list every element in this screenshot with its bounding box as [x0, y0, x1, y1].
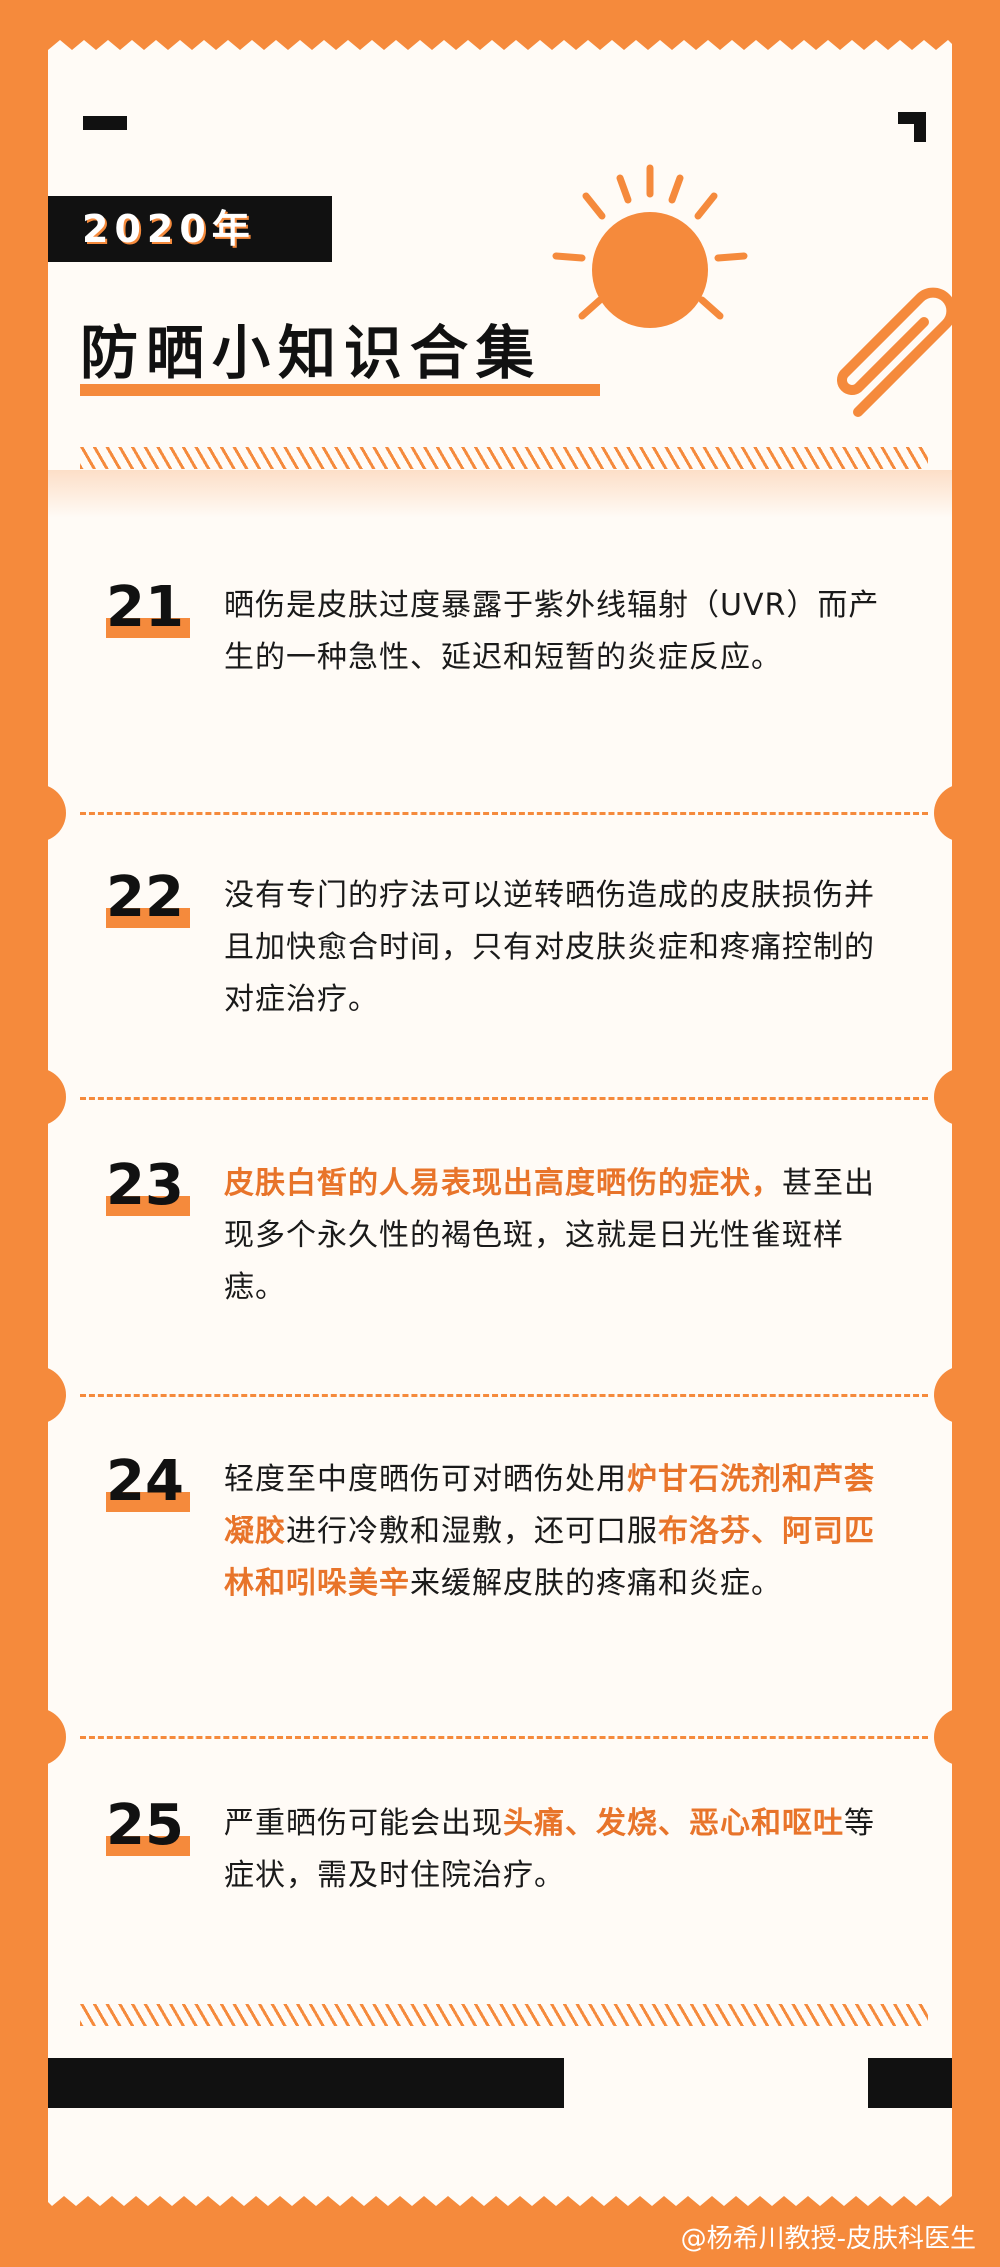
tip-number: 21 [106, 575, 190, 640]
year-text: 2020年 [82, 207, 256, 251]
zigzag-bottom-edge [48, 2176, 952, 2206]
tip-text-segment: 晒伤是皮肤过度暴露于紫外线辐射（UVR）而产生的一种急性、延迟和短暂的炎症反应。 [224, 588, 880, 675]
tip-number-text: 22 [106, 865, 184, 930]
tip-text: 严重晒伤可能会出现头痛、发烧、恶心和呕吐等症状，需及时住院治疗。 [224, 1798, 884, 1902]
tip-text: 晒伤是皮肤过度暴露于紫外线辐射（UVR）而产生的一种急性、延迟和短暂的炎症反应。 [224, 580, 884, 684]
tip-number: 22 [106, 865, 190, 930]
sun-icon [552, 164, 748, 360]
paperclip-icon [837, 287, 957, 417]
tip-text-highlight: 头痛、发烧、恶心和呕吐 [503, 1806, 844, 1841]
tip-text-segment: 进行冷敷和湿敷，还可口服 [286, 1514, 658, 1549]
tip-number-text: 24 [106, 1449, 184, 1514]
tip-text-highlight: 皮肤白皙的人易表现出高度晒伤的症状， [224, 1166, 782, 1201]
dashed-divider [80, 1736, 928, 1739]
footer-bar-left [48, 2058, 564, 2108]
weibo-watermark: @杨希川教授-皮肤科医生 [680, 2224, 976, 2254]
tip-text-segment: 严重晒伤可能会出现 [224, 1806, 503, 1841]
corner-mark-left [83, 116, 127, 130]
tip-text: 没有专门的疗法可以逆转晒伤造成的皮肤损伤并且加快愈合时间，只有对皮肤炎症和疼痛控… [224, 870, 884, 1026]
tip-text-segment: 来缓解皮肤的疼痛和炎症。 [410, 1566, 782, 1601]
tip-text: 皮肤白皙的人易表现出高度晒伤的症状，甚至出现多个永久性的褐色斑，这就是日光性雀斑… [224, 1158, 884, 1314]
hatch-divider-top [80, 447, 928, 469]
header-shadow [48, 470, 952, 518]
tip-text: 轻度至中度晒伤可对晒伤处用炉甘石洗剂和芦荟凝胶进行冷敷和湿敷，还可口服布洛芬、阿… [224, 1454, 884, 1610]
tip-number-text: 23 [106, 1153, 184, 1218]
tip-number: 24 [106, 1449, 190, 1514]
hatch-divider-bottom [80, 2004, 928, 2026]
tip-text-segment: 轻度至中度晒伤可对晒伤处用 [224, 1462, 627, 1497]
tip-number: 23 [106, 1153, 190, 1218]
dashed-divider [80, 812, 928, 815]
tip-number-text: 21 [106, 575, 184, 640]
tip-number: 25 [106, 1793, 190, 1858]
tip-number-text: 25 [106, 1793, 184, 1858]
corner-mark-right-top [898, 112, 926, 124]
year-tag: 2020年 [48, 196, 332, 262]
footer-bar-right [868, 2058, 952, 2108]
page-title: 防晒小知识合集 [80, 319, 543, 387]
dashed-divider [80, 1097, 928, 1100]
tip-text-segment: 没有专门的疗法可以逆转晒伤造成的皮肤损伤并且加快愈合时间，只有对皮肤炎症和疼痛控… [224, 878, 875, 1017]
dashed-divider [80, 1394, 928, 1397]
